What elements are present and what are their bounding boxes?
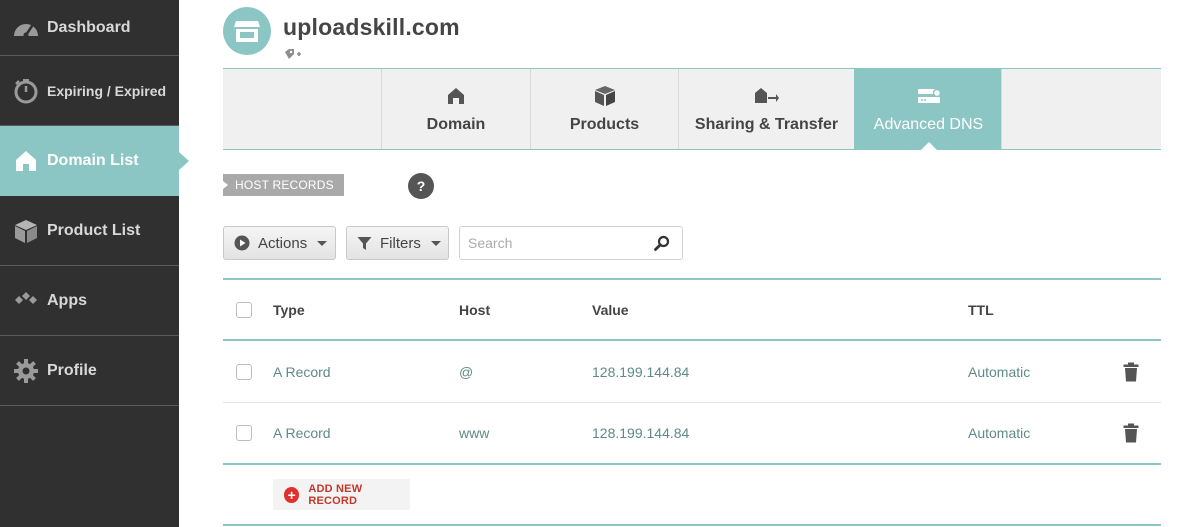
tab-label: Advanced DNS [873,116,984,133]
table-header-row: Type Host Value TTL [223,278,1161,341]
help-icon[interactable]: ? [408,173,434,199]
apps-icon [12,287,40,315]
row-checkbox[interactable] [236,425,252,441]
chevron-down-icon [317,240,328,246]
search-icon[interactable] [654,235,670,256]
home-icon [12,147,40,175]
sidebar-item-dashboard[interactable]: Dashboard [0,0,179,56]
record-type[interactable]: A Record [273,403,331,463]
gear-icon [12,357,40,385]
tab-sharing-transfer[interactable]: Sharing & Transfer [678,69,854,149]
sidebar-item-profile[interactable]: Profile [0,336,179,406]
sidebar-item-domain-list[interactable]: Domain List [0,126,189,196]
add-tag-icon[interactable] [284,48,302,67]
domain-tabs: Domain Products Sharing & Transfer Advan… [223,68,1161,150]
record-host[interactable]: www [459,403,489,463]
home-icon [447,84,465,108]
tab-divider [1001,69,1002,149]
record-ttl[interactable]: Automatic [968,341,1030,402]
plus-icon: + [284,486,300,503]
tab-label: Products [569,116,640,133]
sidebar-item-apps[interactable]: Apps [0,266,179,336]
store-icon [223,7,271,55]
record-host[interactable]: @ [459,341,473,402]
trash-icon[interactable] [1123,341,1139,402]
chevron-down-icon [430,240,441,246]
column-header-type[interactable]: Type [273,280,305,339]
tab-products[interactable]: Products [530,69,678,149]
tab-domain[interactable]: Domain [381,69,530,149]
filter-icon [357,236,372,251]
box-icon [12,217,40,245]
record-value[interactable]: 128.199.144.84 [592,341,689,402]
record-ttl[interactable]: Automatic [968,403,1030,463]
column-header-ttl[interactable]: TTL [968,280,994,339]
search-box [459,226,683,260]
column-header-value[interactable]: Value [592,280,629,339]
sidebar-item-label: Profile [47,361,97,379]
page-title: uploadskill.com [283,14,460,40]
section-label-host-records: HOST RECORDS [223,174,344,196]
filters-label: Filters [380,234,421,252]
add-new-record-label: ADD NEW RECORD [308,482,363,507]
select-all-checkbox[interactable] [236,301,252,318]
record-type[interactable]: A Record [273,341,331,402]
host-records-table: Type Host Value TTL A Record @ 128.199.1… [223,278,1161,465]
column-header-host[interactable]: Host [459,280,490,339]
table-row[interactable]: A Record @ 128.199.144.84 Automatic [223,341,1161,403]
timer-icon [12,77,40,105]
sidebar-item-label: Expiring / Expired [47,82,167,99]
server-icon [916,84,942,108]
sidebar-item-label: Apps [47,291,87,309]
record-value[interactable]: 128.199.144.84 [592,403,689,463]
actions-label: Actions [258,234,308,252]
table-row[interactable]: A Record www 128.199.144.84 Automatic [223,403,1161,465]
sidebar-item-label: Domain List [47,151,139,169]
tab-label: Domain [426,116,486,133]
tab-label: Sharing & Transfer [694,116,839,133]
sidebar: Dashboard Expiring / Expired Domain List… [0,0,189,527]
search-input[interactable] [460,227,640,259]
sidebar-item-label: Product List [47,221,141,239]
play-icon [234,235,250,251]
add-new-record-button[interactable]: + ADD NEW RECORD [273,479,410,510]
box-icon [594,84,616,108]
tab-advanced-dns[interactable]: Advanced DNS [854,69,1002,150]
dashboard-icon [12,14,40,42]
trash-icon[interactable] [1123,403,1139,463]
filters-dropdown[interactable]: Filters [346,226,449,260]
sidebar-item-expiring[interactable]: Expiring / Expired [0,56,179,126]
divider [223,524,1161,526]
transfer-icon [754,84,780,108]
sidebar-item-product-list[interactable]: Product List [0,196,179,266]
row-checkbox[interactable] [236,363,252,380]
sidebar-item-label: Dashboard [47,18,131,36]
actions-dropdown[interactable]: Actions [223,226,336,260]
